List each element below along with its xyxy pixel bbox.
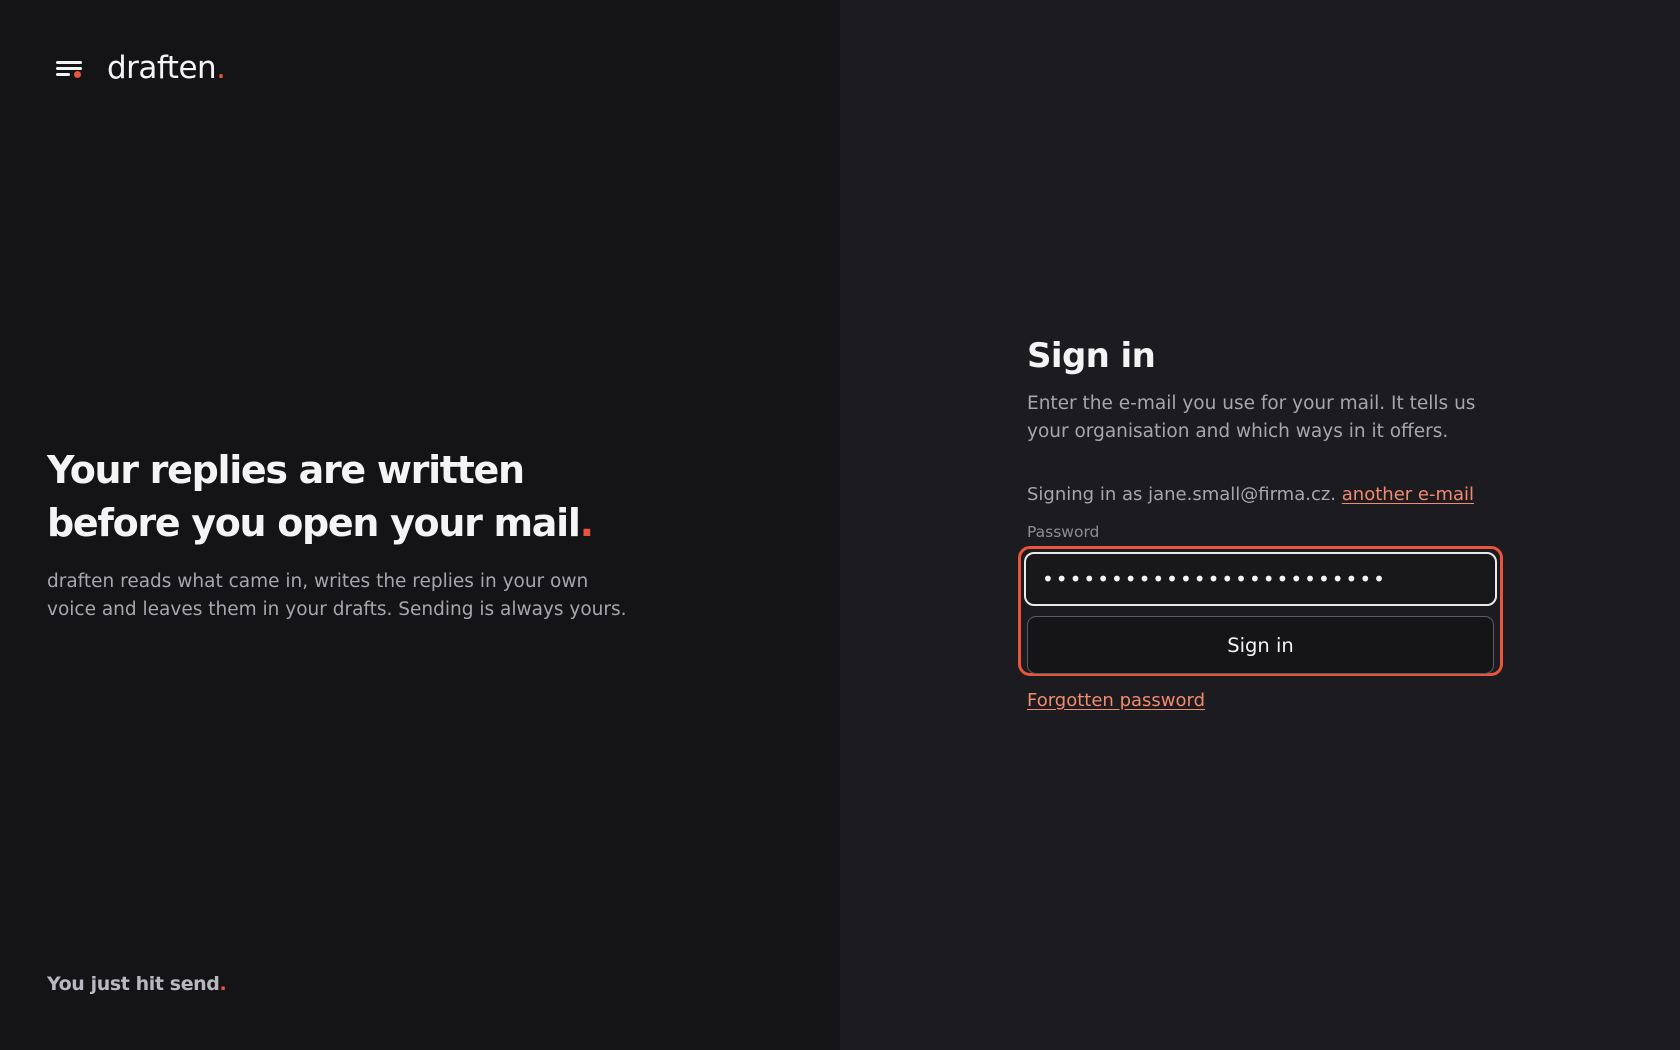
hero-title-text: Your replies are written before you open… [47,448,581,545]
tagline-text: You just hit send [47,973,220,995]
hero: Your replies are written before you open… [47,444,647,624]
logo-dot: . [216,50,226,86]
password-input[interactable] [1024,552,1497,606]
signin-form: Sign in Enter the e-mail you use for you… [1018,332,1507,714]
hero-title: Your replies are written before you open… [47,444,647,550]
menu-lines-icon [56,56,84,80]
signing-as-text: Signing in as jane.small@firma.cz. [1027,484,1337,505]
signin-panel: Sign in Enter the e-mail you use for you… [840,0,1680,1050]
forgotten-password-link[interactable]: Forgotten password [1027,688,1205,714]
another-email-link[interactable]: another e-mail [1342,484,1474,505]
password-label: Password [1027,523,1100,541]
logo-wordmark: draften. [107,50,226,86]
hero-subtitle: draften reads what came in, writes the r… [47,571,627,620]
signing-as-line: Signing in as jane.small@firma.cz. anoth… [1027,482,1507,508]
logo[interactable]: draften. [56,50,226,86]
signin-description: Enter the e-mail you use for your mail. … [1027,393,1476,442]
tagline: You just hit send. [47,973,227,995]
signin-title: Sign in [1027,336,1156,376]
logo-name: draften [107,50,217,86]
sign-in-button[interactable]: Sign in [1027,616,1494,674]
page: draften. Your replies are written before… [0,0,1680,1050]
brand-panel: draften. Your replies are written before… [0,0,840,1050]
hero-title-dot: . [579,501,594,545]
tagline-dot: . [219,973,227,995]
password-focus-ring: Sign in [1018,546,1503,676]
